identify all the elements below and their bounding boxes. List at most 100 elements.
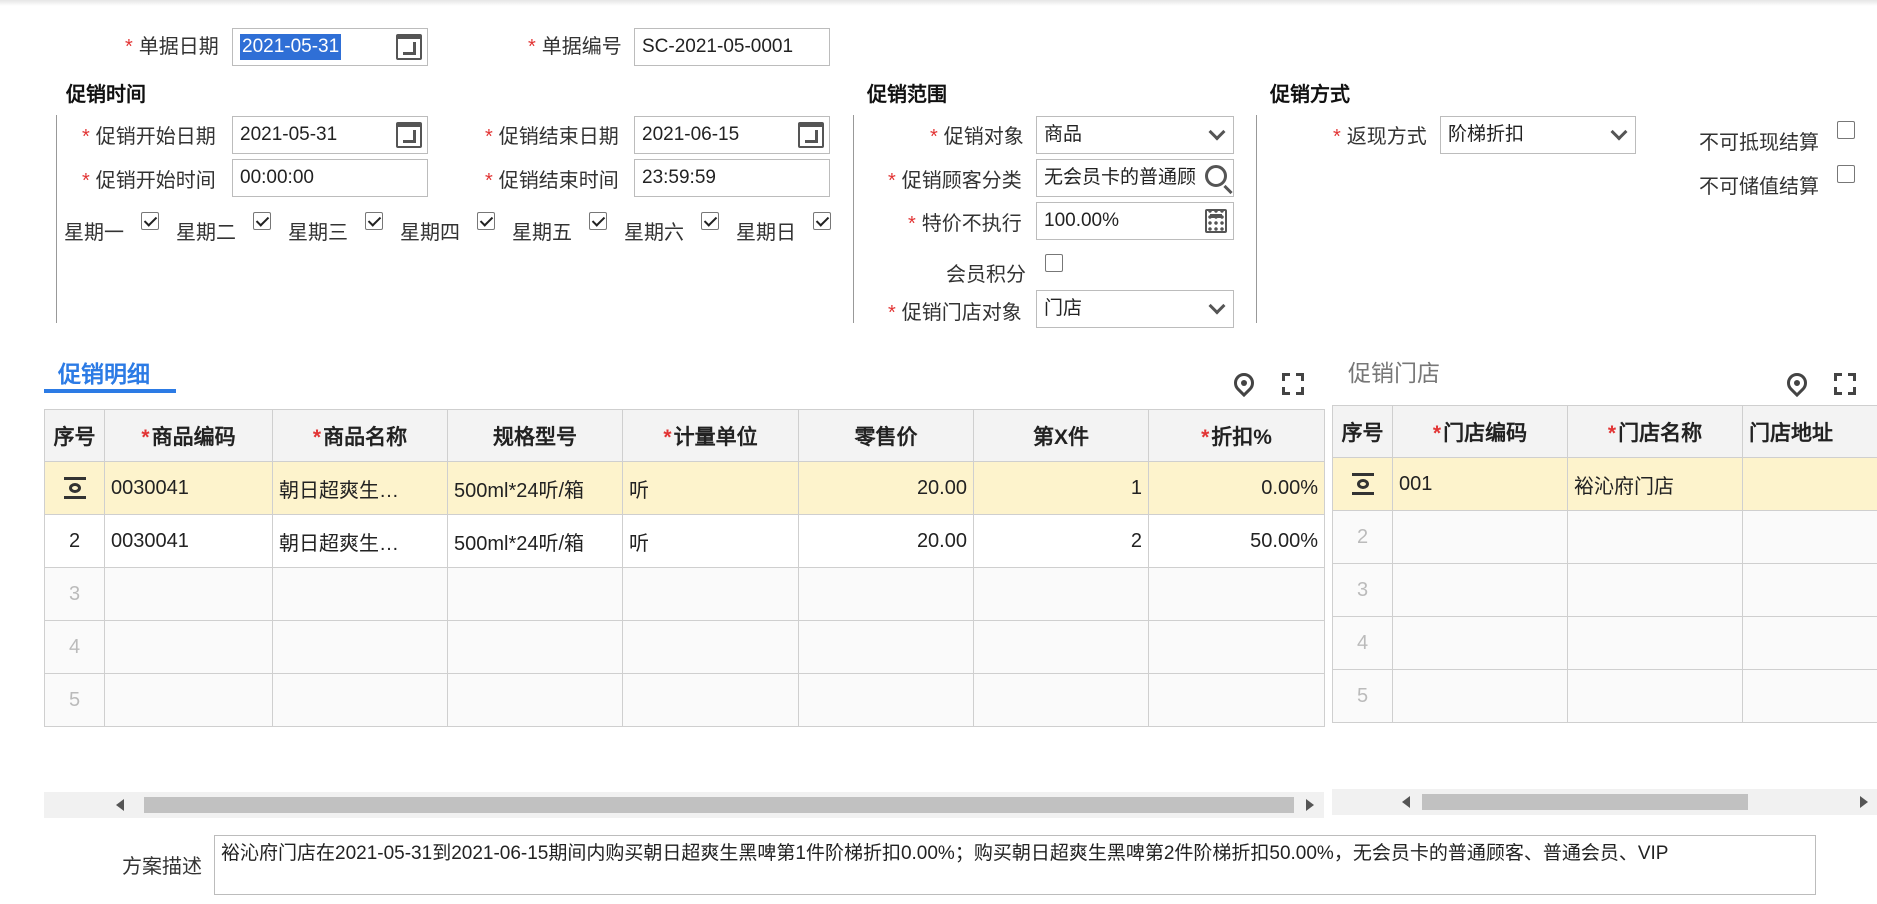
calendar-icon[interactable] — [798, 122, 824, 148]
cell-unit[interactable] — [622, 567, 799, 621]
weekday-checkbox-mon[interactable] — [141, 212, 159, 230]
col-product-name[interactable]: *商品名称 — [272, 409, 448, 462]
cell-discount[interactable] — [1148, 673, 1325, 727]
cell-nth-item[interactable]: 1 — [973, 461, 1149, 515]
cell-nth-item[interactable] — [973, 567, 1149, 621]
col-store-name[interactable]: *门店名称 — [1567, 405, 1743, 458]
cell-nth-item[interactable]: 2 — [973, 514, 1149, 568]
calculator-icon[interactable] — [1205, 209, 1227, 233]
cell-product-name[interactable]: 朝日超爽生… — [272, 514, 448, 568]
chevron-down-icon[interactable] — [1208, 297, 1226, 315]
table-row[interactable]: 3 — [1332, 563, 1877, 617]
cell-nth-item[interactable] — [973, 673, 1149, 727]
fullscreen-icon[interactable] — [1282, 373, 1304, 395]
location-pin-icon[interactable] — [1229, 368, 1259, 398]
cell-store-name[interactable] — [1567, 669, 1743, 723]
cell-unit[interactable] — [622, 620, 799, 674]
scroll-left-arrow[interactable] — [1402, 796, 1410, 808]
cell-retail-price[interactable] — [798, 567, 974, 621]
cell-store-address[interactable] — [1742, 457, 1877, 511]
tab-promotion-detail[interactable]: 促销明细 — [58, 355, 150, 389]
start-time-field[interactable]: 00:00:00 — [232, 159, 428, 197]
cell-spec[interactable]: 500ml*24听/箱 — [447, 514, 623, 568]
start-date-field[interactable]: 2021-05-31 — [232, 116, 428, 154]
customer-field[interactable]: 无会员卡的普通顾 — [1036, 159, 1234, 197]
table-row[interactable]: 3 — [44, 567, 1325, 621]
store-target-select[interactable]: 门店 — [1036, 290, 1234, 328]
table-row[interactable]: 4 — [44, 620, 1325, 674]
cell-product-code[interactable] — [104, 620, 273, 674]
cell-unit[interactable]: 听 — [622, 461, 799, 515]
cell-spec[interactable] — [447, 673, 623, 727]
col-retail-price[interactable]: 零售价 — [798, 409, 974, 462]
weekday-checkbox-sun[interactable] — [813, 212, 831, 230]
cell-spec[interactable]: 500ml*24听/箱 — [447, 461, 623, 515]
cell-store-address[interactable] — [1742, 563, 1877, 617]
scroll-thumb[interactable] — [1422, 794, 1748, 810]
cell-store-address[interactable] — [1742, 616, 1877, 670]
weekday-checkbox-tue[interactable] — [253, 212, 271, 230]
table-row[interactable]: 2 — [1332, 510, 1877, 564]
weekday-checkbox-wed[interactable] — [365, 212, 383, 230]
location-pin-icon[interactable] — [1782, 368, 1812, 398]
cell-store-code[interactable]: 001 — [1392, 457, 1568, 511]
cell-retail-price[interactable]: 20.00 — [798, 514, 974, 568]
table-row[interactable]: 4 — [1332, 616, 1877, 670]
no-cash-checkbox[interactable] — [1837, 121, 1855, 139]
cell-product-name[interactable] — [272, 567, 448, 621]
cell-retail-price[interactable]: 20.00 — [798, 461, 974, 515]
cell-product-code[interactable]: 0030041 — [104, 461, 273, 515]
col-store-code[interactable]: *门店编码 — [1392, 405, 1568, 458]
no-stored-checkbox[interactable] — [1837, 165, 1855, 183]
table-row[interactable]: 5 — [1332, 669, 1877, 723]
cell-discount[interactable]: 50.00% — [1148, 514, 1325, 568]
fullscreen-icon[interactable] — [1834, 373, 1856, 395]
cell-unit[interactable] — [622, 673, 799, 727]
cell-nth-item[interactable] — [973, 620, 1149, 674]
scroll-left-arrow[interactable] — [116, 799, 124, 811]
col-seq[interactable]: 序号 — [44, 409, 105, 462]
weekday-checkbox-thu[interactable] — [477, 212, 495, 230]
cell-product-name[interactable] — [272, 673, 448, 727]
cell-store-address[interactable] — [1742, 669, 1877, 723]
special-field[interactable]: 100.00% — [1036, 202, 1234, 240]
table-row[interactable]: 0030041 朝日超爽生… 500ml*24听/箱 听 20.00 1 0.0… — [44, 461, 1325, 515]
table-row[interactable]: 001 裕沁府门店 — [1332, 457, 1877, 511]
cell-store-code[interactable] — [1392, 510, 1568, 564]
row-settings-icon[interactable] — [44, 461, 105, 515]
doc-date-field[interactable]: 2021-05-31 — [232, 28, 428, 66]
cell-store-code[interactable] — [1392, 616, 1568, 670]
detail-hscrollbar[interactable] — [44, 792, 1324, 818]
cell-discount[interactable] — [1148, 620, 1325, 674]
cell-discount[interactable]: 0.00% — [1148, 461, 1325, 515]
col-unit[interactable]: *计量单位 — [622, 409, 799, 462]
cell-store-name[interactable] — [1567, 616, 1743, 670]
end-time-field[interactable]: 23:59:59 — [634, 159, 830, 197]
cell-retail-price[interactable] — [798, 620, 974, 674]
cell-store-name[interactable]: 裕沁府门店 — [1567, 457, 1743, 511]
cell-store-name[interactable] — [1567, 563, 1743, 617]
col-spec[interactable]: 规格型号 — [447, 409, 623, 462]
cell-store-code[interactable] — [1392, 563, 1568, 617]
row-settings-icon[interactable] — [1332, 457, 1393, 511]
cell-product-name[interactable] — [272, 620, 448, 674]
cell-spec[interactable] — [447, 620, 623, 674]
cell-discount[interactable] — [1148, 567, 1325, 621]
cell-product-code[interactable] — [104, 567, 273, 621]
table-row[interactable]: 2 0030041 朝日超爽生… 500ml*24听/箱 听 20.00 2 5… — [44, 514, 1325, 568]
table-row[interactable]: 5 — [44, 673, 1325, 727]
col-store-address[interactable]: 门店地址 — [1742, 405, 1877, 458]
col-nth-item[interactable]: 第X件 — [973, 409, 1149, 462]
cell-retail-price[interactable] — [798, 673, 974, 727]
cell-product-code[interactable]: 0030041 — [104, 514, 273, 568]
weekday-checkbox-fri[interactable] — [589, 212, 607, 230]
scroll-right-arrow[interactable] — [1306, 799, 1314, 811]
chevron-down-icon[interactable] — [1610, 123, 1628, 141]
cell-product-name[interactable]: 朝日超爽生… — [272, 461, 448, 515]
end-date-field[interactable]: 2021-06-15 — [634, 116, 830, 154]
weekday-checkbox-sat[interactable] — [701, 212, 719, 230]
cell-product-code[interactable] — [104, 673, 273, 727]
cell-store-code[interactable] — [1392, 669, 1568, 723]
chevron-down-icon[interactable] — [1208, 123, 1226, 141]
cell-unit[interactable]: 听 — [622, 514, 799, 568]
